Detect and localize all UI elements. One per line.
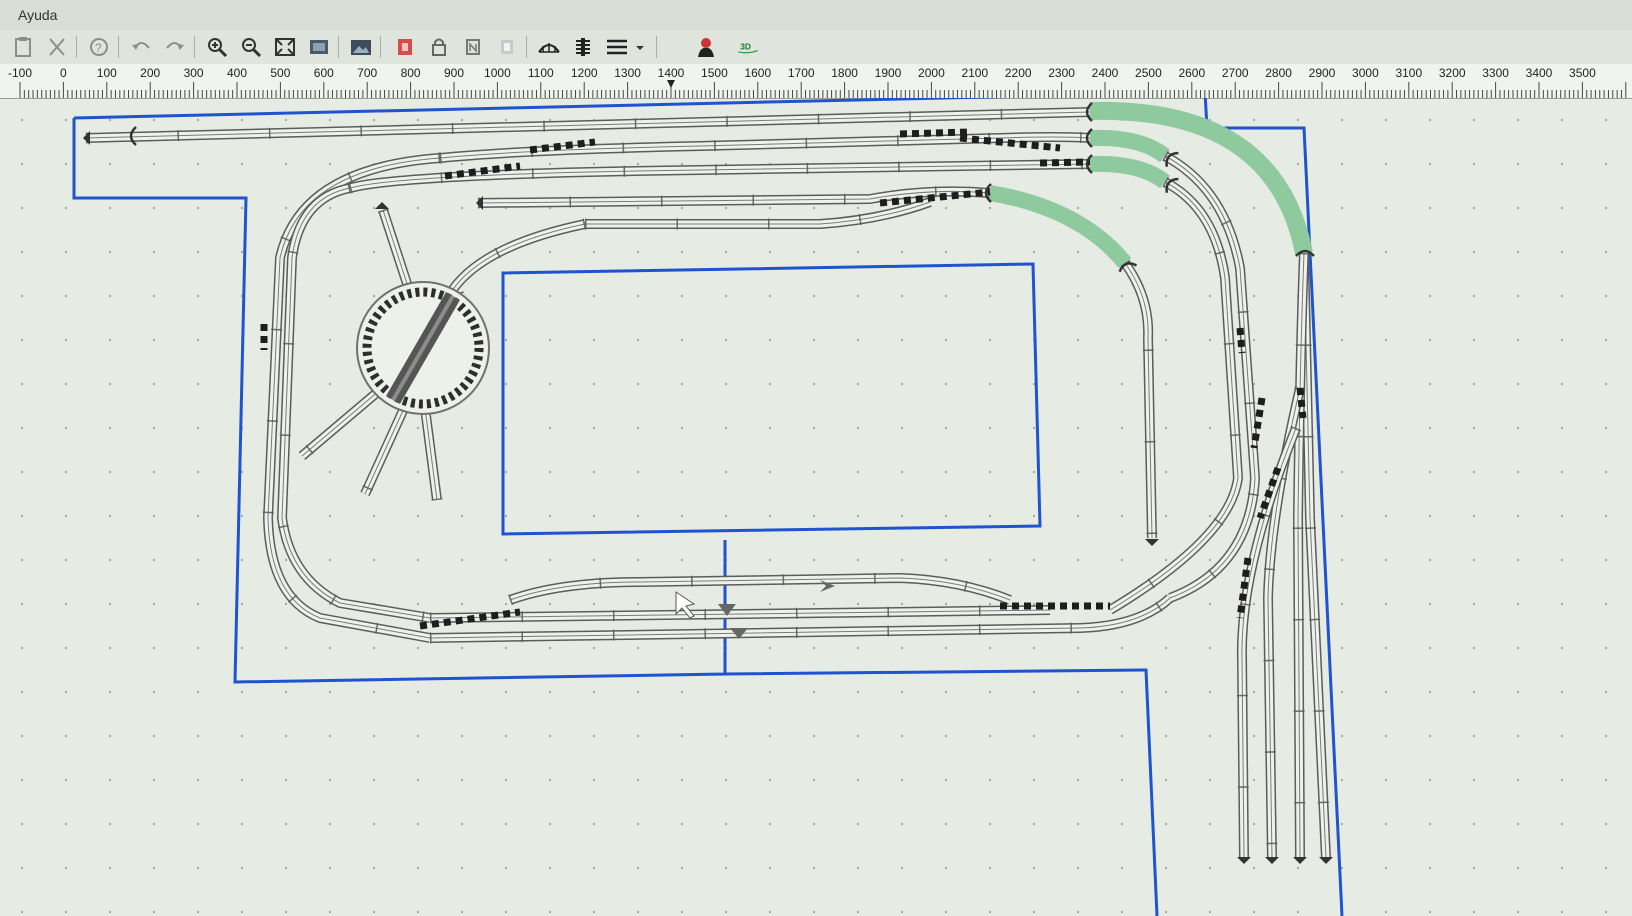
ruler-label: 400 (227, 66, 247, 80)
track-cross-icon[interactable] (568, 34, 598, 60)
ruler-label: 3300 (1482, 66, 1509, 80)
ruler-label: 1300 (614, 66, 641, 80)
undo-icon[interactable] (126, 34, 156, 60)
redo-icon[interactable] (160, 34, 190, 60)
ruler-label: 3000 (1352, 66, 1379, 80)
ruler-label: 2200 (1005, 66, 1032, 80)
ruler-label: 2800 (1265, 66, 1292, 80)
turntable[interactable] (356, 281, 490, 415)
ruler-label: 2400 (1092, 66, 1119, 80)
ruler-label: 2700 (1222, 66, 1249, 80)
ruler-label: 2900 (1309, 66, 1336, 80)
ruler-label: 3500 (1569, 66, 1596, 80)
zoom-fit-icon[interactable] (270, 34, 300, 60)
ruler-label: 800 (401, 66, 421, 80)
ruler-label: 1100 (528, 66, 554, 80)
menu-help[interactable]: Ayuda (18, 7, 57, 23)
toolbar-separator (194, 36, 195, 58)
track-bridge-icon[interactable] (534, 34, 564, 60)
track-fan-2[interactable] (1292, 252, 1310, 859)
layer-gray-icon[interactable] (492, 34, 522, 60)
ruler-label: 2500 (1135, 66, 1162, 80)
ruler-label: 100 (97, 66, 117, 80)
ruler-label: 1700 (788, 66, 815, 80)
ruler-label: 3400 (1526, 66, 1553, 80)
track-plan-drawing[interactable] (0, 98, 1632, 916)
toolbar-separator (656, 36, 657, 58)
horizontal-ruler: -100 0 100 200 300 400 500 600 700 800 900 1000 1100… (0, 64, 1632, 99)
layer-n-icon[interactable] (458, 34, 488, 60)
toolbar-separator (526, 36, 527, 58)
ruler-label: 1000 (484, 66, 511, 80)
ruler-label: 1800 (831, 66, 858, 80)
cut-icon[interactable] (42, 34, 72, 60)
ruler-scale: -100 0 100 200 300 400 500 600 700 800 900 1000 1100… (8, 66, 1627, 98)
view-3d-button[interactable]: 3D (728, 34, 768, 60)
view-3d-label: 3D (740, 41, 751, 51)
background-image-icon[interactable] (346, 34, 376, 60)
menu-bar: Ayuda (0, 0, 1632, 31)
ruler-cursor-marker (667, 80, 675, 88)
layout-canvas[interactable] (0, 98, 1632, 916)
zoom-in-icon[interactable] (202, 34, 232, 60)
ruler-label: 1400 (658, 66, 685, 80)
ruler-label: 2000 (918, 66, 945, 80)
ruler-label: 1200 (571, 66, 598, 80)
ruler-label: 0 (60, 66, 67, 80)
toolbar: ? 3D (0, 30, 1632, 65)
ruler-label: 1600 (744, 66, 771, 80)
ruler-label: 3100 (1395, 66, 1422, 80)
toolbar-separator (380, 36, 381, 58)
ruler-label: 700 (357, 66, 377, 80)
layer-lock-icon[interactable] (424, 34, 454, 60)
toolbar-separator (118, 36, 119, 58)
track-parallel-icon[interactable] (602, 34, 632, 60)
person-icon[interactable] (690, 34, 720, 60)
chevron-down-icon[interactable] (632, 34, 648, 60)
svg-text:?: ? (95, 41, 102, 55)
ruler-label: 900 (444, 66, 464, 80)
ruler-label: 1900 (875, 66, 902, 80)
ruler-label: 3200 (1439, 66, 1466, 80)
zoom-out-icon[interactable] (236, 34, 266, 60)
ruler-label: 200 (140, 66, 160, 80)
ruler-label: 2100 (961, 66, 988, 80)
ruler-label: 500 (270, 66, 290, 80)
ruler-label: 1500 (701, 66, 728, 80)
zoom-window-icon[interactable] (304, 34, 334, 60)
toolbar-separator (338, 36, 339, 58)
ruler-label: 2600 (1178, 66, 1205, 80)
layer-red-icon[interactable] (390, 34, 420, 60)
toolbar-separator (76, 36, 77, 58)
ruler-label: -100 (8, 66, 32, 80)
turnout[interactable] (1296, 387, 1307, 419)
ruler-label: 600 (314, 66, 334, 80)
help-icon[interactable]: ? (84, 34, 114, 60)
ruler-label: 2300 (1048, 66, 1075, 80)
ruler-label: 300 (184, 66, 204, 80)
paste-icon[interactable] (8, 34, 38, 60)
